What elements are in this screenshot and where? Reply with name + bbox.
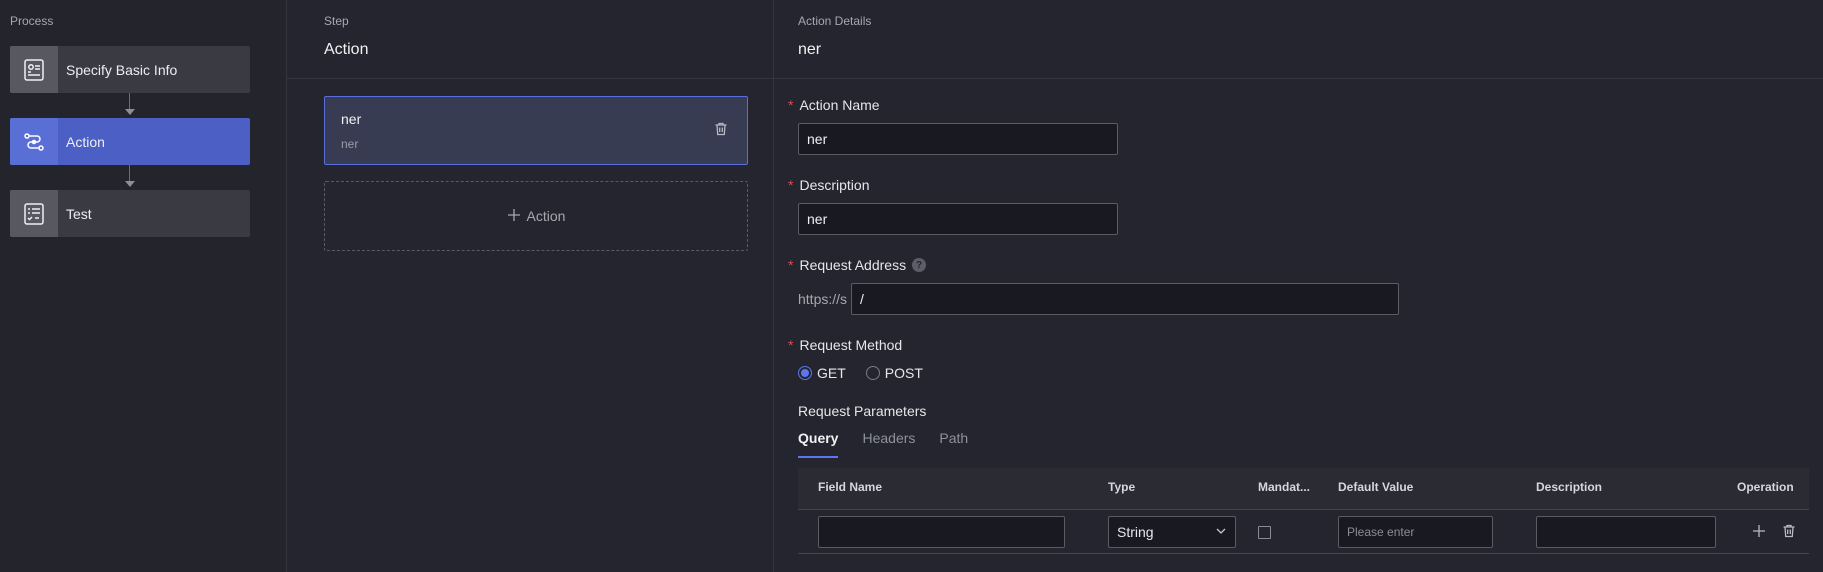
request-address-prefix: https://s <box>798 291 848 307</box>
add-action-button[interactable]: Action <box>324 181 748 251</box>
field-name-input[interactable] <box>818 516 1065 548</box>
description-input[interactable]: ner <box>798 203 1118 235</box>
request-address-input[interactable]: / <box>851 283 1399 315</box>
description-label: * Description <box>788 177 870 193</box>
step-connector <box>129 93 130 110</box>
params-tabs: Query Headers Path <box>798 430 992 458</box>
process-label: Process <box>10 14 54 28</box>
step-panel: Step Action ner ner Action <box>287 0 774 572</box>
divider <box>774 78 1823 79</box>
details-section-title: ner <box>798 41 822 58</box>
tab-query[interactable]: Query <box>798 430 839 458</box>
action-card[interactable]: ner ner <box>324 96 748 165</box>
column-header: Operation <box>1737 480 1794 494</box>
step-test[interactable]: Test <box>10 190 250 237</box>
mandatory-checkbox[interactable] <box>1258 526 1271 539</box>
step-section-label: Step <box>324 14 349 28</box>
param-description-input[interactable] <box>1536 516 1716 548</box>
request-method-label: * Request Method <box>788 337 903 353</box>
required-marker: * <box>788 177 794 193</box>
radio-get[interactable]: GET <box>798 365 846 381</box>
request-parameters-label: Request Parameters <box>798 403 927 419</box>
action-card-description: ner <box>341 137 359 151</box>
arrow-down-icon <box>125 109 135 115</box>
column-header: Type <box>1108 480 1136 494</box>
action-name-input[interactable]: ner <box>798 123 1118 155</box>
chevron-down-icon <box>1215 524 1227 540</box>
column-header: Default Value <box>1338 480 1414 494</box>
id-card-icon <box>10 46 58 93</box>
process-panel: Process Specify Basic Info Action Test <box>0 0 287 572</box>
radio-unselected-icon <box>865 366 880 380</box>
step-action[interactable]: Action <box>10 118 250 165</box>
params-table: Field Name Type Mandat... Default Value … <box>798 468 1809 554</box>
required-marker: * <box>788 257 794 273</box>
type-select[interactable]: String <box>1108 516 1236 548</box>
column-header: Mandat... <box>1258 480 1311 494</box>
default-value-input[interactable]: Please enter <box>1338 516 1493 548</box>
plus-icon <box>507 208 521 225</box>
add-row-icon[interactable] <box>1751 523 1767 544</box>
request-address-label: * Request Address ? <box>788 257 927 273</box>
help-icon[interactable]: ? <box>912 258 927 272</box>
tab-path[interactable]: Path <box>939 430 968 458</box>
column-header: Field Name <box>818 480 883 494</box>
required-marker: * <box>788 97 794 113</box>
add-action-label: Action <box>526 208 566 224</box>
step-label: Specify Basic Info <box>66 61 178 78</box>
radio-post[interactable]: POST <box>865 365 923 381</box>
step-label: Test <box>66 205 92 222</box>
delete-icon[interactable] <box>713 121 729 142</box>
action-name-label: * Action Name <box>788 97 880 113</box>
step-label: Action <box>66 133 105 150</box>
action-card-name: ner <box>341 111 362 127</box>
step-specify-basic-info[interactable]: Specify Basic Info <box>10 46 250 93</box>
details-section-label: Action Details <box>798 14 872 28</box>
action-details-panel: Action Details ner * Action Name ner * D… <box>774 0 1823 572</box>
step-connector <box>129 165 130 182</box>
tab-headers[interactable]: Headers <box>862 430 915 458</box>
table-row: String Please enter <box>798 510 1809 554</box>
arrow-down-icon <box>125 181 135 187</box>
required-marker: * <box>788 337 794 353</box>
step-section-title: Action <box>324 41 369 58</box>
radio-selected-icon <box>798 366 812 380</box>
delete-row-icon[interactable] <box>1781 523 1797 544</box>
route-icon <box>10 118 58 165</box>
table-header: Field Name Type Mandat... Default Value … <box>798 468 1809 510</box>
request-method-radio-group: GET POST <box>798 365 943 381</box>
divider <box>287 78 773 79</box>
column-header: Description <box>1536 480 1603 494</box>
checklist-icon <box>10 190 58 237</box>
